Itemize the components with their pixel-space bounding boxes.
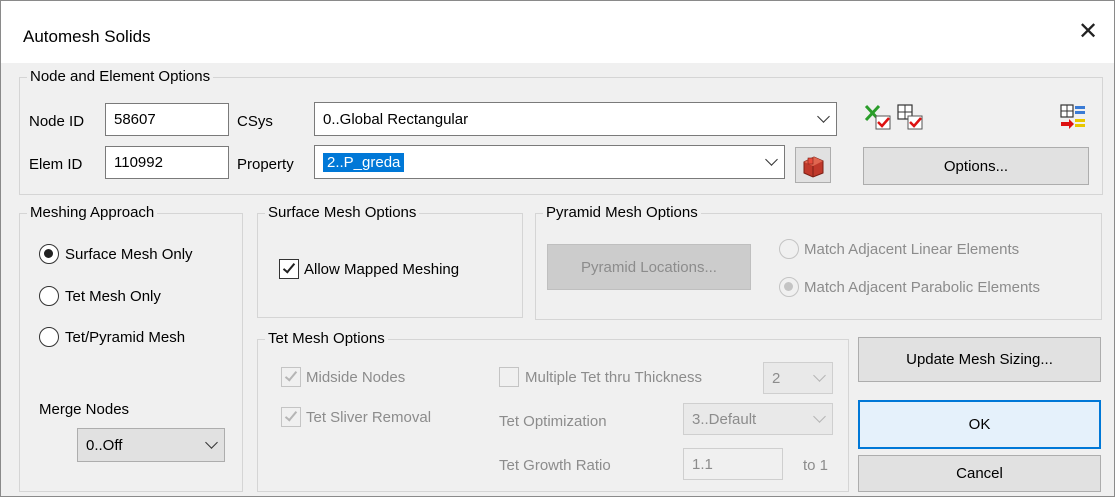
allow-mapped-meshing-label: Allow Mapped Meshing [304, 261, 460, 278]
clear-all-check-icon[interactable] [863, 102, 893, 132]
multiple-tet-value: 2 [772, 369, 781, 387]
tet-growth-ratio-label: Tet Growth Ratio [499, 457, 611, 474]
tet-mesh-options-legend: Tet Mesh Options [265, 330, 388, 348]
chevron-down-icon [765, 153, 778, 166]
title-bar: Automesh Solids ✕ [1, 1, 1114, 63]
chevron-down-icon [813, 369, 826, 382]
property-value: 2..P_greda [323, 152, 405, 172]
surface-mesh-options-legend: Surface Mesh Options [265, 204, 420, 222]
chevron-down-icon [817, 110, 830, 123]
tet-pyramid-mesh-label: Tet/Pyramid Mesh [65, 329, 186, 346]
node-element-options-legend: Node and Element Options [27, 68, 214, 86]
tet-growth-ratio-field[interactable]: 1.1 [683, 448, 783, 480]
radio-surface-mesh-only[interactable] [39, 244, 59, 264]
multiple-tet-checkbox[interactable] [499, 367, 519, 387]
elem-id-label: Elem ID [29, 156, 83, 173]
pyramid-mesh-options-legend: Pyramid Mesh Options [543, 204, 701, 222]
radio-tet-pyramid-mesh[interactable] [39, 327, 59, 347]
tet-optimization-label: Tet Optimization [499, 413, 607, 430]
multiple-tet-label: Multiple Tet thru Thickness [525, 369, 703, 386]
ok-button[interactable]: OK [858, 400, 1101, 449]
surface-mesh-only-label: Surface Mesh Only [65, 246, 193, 263]
radio-tet-mesh-only[interactable] [39, 286, 59, 306]
mesh-table-icon[interactable] [1058, 102, 1088, 132]
tet-growth-ratio-value: 1.1 [692, 455, 713, 473]
node-id-label: Node ID [29, 113, 85, 130]
node-id-field[interactable]: 58607 [105, 103, 229, 136]
csys-select[interactable]: 0..Global Rectangular [314, 102, 837, 136]
property-select[interactable]: 2..P_greda [314, 145, 785, 179]
options-button[interactable]: Options... [863, 147, 1089, 185]
tet-optimization-value: 3..Default [692, 410, 757, 428]
node-id-value: 58607 [114, 111, 156, 128]
match-parabolic-label: Match Adjacent Parabolic Elements [804, 279, 1040, 296]
chevron-down-icon [813, 410, 826, 423]
dialog-title: Automesh Solids [23, 27, 151, 46]
match-linear-label: Match Adjacent Linear Elements [804, 241, 1020, 258]
elem-id-field[interactable]: 110992 [105, 146, 229, 179]
pyramid-locations-button[interactable]: Pyramid Locations... [547, 244, 751, 290]
tet-sliver-removal-checkbox[interactable] [281, 407, 301, 427]
multiple-tet-select[interactable]: 2 [763, 362, 833, 394]
tet-sliver-removal-label: Tet Sliver Removal [306, 409, 432, 426]
csys-value: 0..Global Rectangular [323, 110, 469, 128]
merge-nodes-label: Merge Nodes [39, 401, 130, 418]
property-label: Property [237, 156, 294, 173]
merge-nodes-value: 0..Off [86, 436, 123, 454]
chevron-down-icon [205, 436, 218, 449]
close-icon[interactable]: ✕ [1075, 19, 1101, 45]
tet-growth-unit: to 1 [803, 457, 829, 474]
radio-match-linear[interactable] [779, 239, 799, 259]
tet-mesh-only-label: Tet Mesh Only [65, 288, 161, 305]
radio-match-parabolic[interactable] [779, 277, 799, 297]
elem-id-value: 110992 [114, 154, 163, 171]
meshing-approach-legend: Meshing Approach [27, 204, 158, 222]
update-mesh-sizing-button[interactable]: Update Mesh Sizing... [858, 337, 1101, 382]
allow-mapped-meshing-checkbox[interactable] [279, 259, 299, 279]
cancel-button[interactable]: Cancel [858, 455, 1101, 492]
midside-nodes-checkbox[interactable] [281, 367, 301, 387]
csys-label: CSys [237, 113, 273, 130]
tet-optimization-select[interactable]: 3..Default [683, 403, 833, 435]
midside-nodes-label: Midside Nodes [306, 369, 406, 386]
property-picker-icon[interactable] [795, 147, 831, 183]
automesh-solids-dialog: Automesh Solids ✕ Node and Element Optio… [0, 0, 1115, 497]
mesh-check-icon[interactable] [895, 102, 925, 132]
merge-nodes-select[interactable]: 0..Off [77, 428, 225, 462]
